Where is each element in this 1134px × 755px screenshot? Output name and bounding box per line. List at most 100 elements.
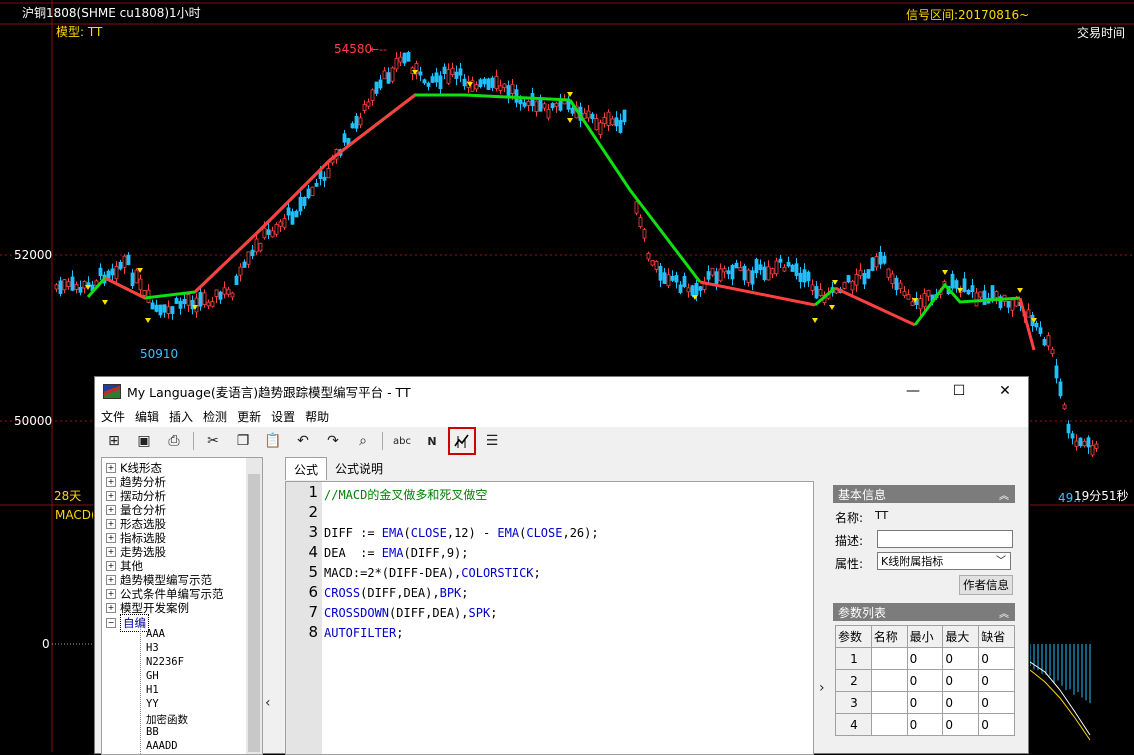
- tree-item[interactable]: GH: [146, 670, 159, 682]
- param-cell[interactable]: 0: [906, 647, 944, 670]
- candle-body: [1058, 381, 1063, 397]
- menu-help[interactable]: 帮助: [305, 408, 329, 425]
- tree-item[interactable]: AAADD: [146, 740, 178, 752]
- expand-icon[interactable]: +: [106, 463, 116, 473]
- code-line[interactable]: CROSS(DIFF,DEA),BPK;: [324, 586, 469, 600]
- param-cell[interactable]: [870, 647, 908, 670]
- param-cell[interactable]: [870, 713, 908, 736]
- attribute-select[interactable]: K线附属指标 ﹀: [877, 552, 1011, 570]
- candle-body: [534, 100, 539, 112]
- minimize-button[interactable]: —: [890, 377, 936, 405]
- param-cell[interactable]: 0: [942, 647, 980, 670]
- collapse-chevron-icon[interactable]: ︽: [999, 605, 1009, 620]
- function-icon[interactable]: N: [421, 430, 443, 452]
- tree-group-custom[interactable]: − 自编: [106, 614, 149, 632]
- menu-update[interactable]: 更新: [237, 408, 261, 425]
- description-input[interactable]: [877, 530, 1013, 548]
- code-line[interactable]: //MACD的金叉做多和死叉做空: [324, 486, 487, 503]
- tree-scrollbar[interactable]: [246, 458, 262, 754]
- tree-item[interactable]: N2236F: [146, 656, 184, 668]
- scrollbar-thumb[interactable]: [248, 474, 260, 752]
- param-cell[interactable]: [870, 669, 908, 692]
- expand-icon[interactable]: +: [106, 477, 116, 487]
- expand-icon[interactable]: +: [106, 589, 116, 599]
- menu-settings[interactable]: 设置: [271, 408, 295, 425]
- expand-icon[interactable]: +: [106, 491, 116, 501]
- candle-body: [758, 264, 763, 271]
- tree-item[interactable]: BB: [146, 726, 159, 738]
- param-cell[interactable]: 0: [978, 647, 1015, 670]
- menu-file[interactable]: 文件: [101, 408, 125, 425]
- undo-icon[interactable]: ↶: [292, 430, 314, 452]
- tree-item[interactable]: AAA: [146, 628, 165, 640]
- title-bar[interactable]: My Language(麦语言)趋势跟踪模型编写平台 - TT — ☐ ✕: [95, 377, 1028, 405]
- tree-item[interactable]: 加密函数: [146, 712, 188, 727]
- candle-body: [502, 83, 507, 89]
- param-cell[interactable]: 0: [906, 691, 944, 714]
- menu-insert[interactable]: 插入: [169, 408, 193, 425]
- candle-body: [170, 306, 175, 314]
- expand-icon[interactable]: +: [106, 603, 116, 613]
- param-cell[interactable]: 0: [906, 713, 944, 736]
- save-icon[interactable]: ▣: [133, 430, 155, 452]
- collapse-left-icon[interactable]: ‹: [265, 695, 271, 711]
- trade-time-label[interactable]: 交易时间: [1077, 25, 1125, 40]
- param-list-header[interactable]: 参数列表 ︽: [833, 603, 1015, 621]
- expand-icon[interactable]: +: [106, 561, 116, 571]
- param-cell[interactable]: 0: [942, 669, 980, 692]
- tree-item[interactable]: H1: [146, 684, 159, 696]
- model-test-icon[interactable]: [448, 427, 476, 455]
- new-icon[interactable]: ⊞: [103, 430, 125, 452]
- menu-edit[interactable]: 编辑: [135, 408, 159, 425]
- menu-check[interactable]: 检测: [203, 408, 227, 425]
- find-icon[interactable]: ⌕: [352, 430, 374, 452]
- paste-icon[interactable]: 📋: [262, 430, 284, 452]
- expand-icon[interactable]: +: [106, 547, 116, 557]
- toolbar-separator: [193, 432, 194, 450]
- tab-formula[interactable]: 公式: [285, 457, 328, 480]
- code-line[interactable]: AUTOFILTER;: [324, 626, 403, 640]
- param-cell[interactable]: 0: [906, 669, 944, 692]
- basic-info-header[interactable]: 基本信息 ︽: [833, 485, 1015, 503]
- collapse-chevron-icon[interactable]: ︽: [999, 487, 1009, 502]
- candle-body: [362, 104, 367, 111]
- expand-icon[interactable]: +: [106, 533, 116, 543]
- redo-icon[interactable]: ↷: [322, 430, 344, 452]
- collapse-right-icon[interactable]: ›: [819, 680, 825, 696]
- print-icon[interactable]: ⎙: [163, 430, 185, 452]
- expand-icon[interactable]: +: [106, 575, 116, 585]
- code-line[interactable]: CROSSDOWN(DIFF,DEA),SPK;: [324, 606, 497, 620]
- candle-body: [638, 217, 643, 228]
- param-cell[interactable]: 0: [978, 691, 1015, 714]
- code-editor[interactable]: 1//MACD的金叉做多和死叉做空 2 3 DIFF := EMA(CLOSE,12)…: [285, 481, 814, 755]
- param-index: 1: [835, 647, 872, 670]
- candle-body: [158, 304, 163, 316]
- close-button[interactable]: ✕: [982, 377, 1028, 405]
- code-line[interactable]: MACD:=2*(DIFF-DEA),COLORSTICK;: [324, 566, 541, 580]
- expand-icon[interactable]: +: [106, 519, 116, 529]
- param-table[interactable]: 参数 名称 最小 最大 缺省 1 0 0 0 2 0 0 0 3 0 0 0 4 0 0 0: [835, 625, 1015, 736]
- candle-body: [606, 111, 611, 126]
- expand-icon[interactable]: +: [106, 505, 116, 515]
- tab-formula-description[interactable]: 公式说明: [327, 457, 391, 479]
- param-cell[interactable]: 0: [978, 713, 1015, 736]
- notes-icon[interactable]: ☰: [481, 430, 503, 452]
- param-cell[interactable]: 0: [942, 691, 980, 714]
- code-line[interactable]: DIFF := EMA(CLOSE,12) - EMA(CLOSE,26);: [324, 526, 599, 540]
- formula-tree[interactable]: + K线形态 + 趋势分析 + 摆动分析 + 量仓分析 + 形态选股 + 指标选股 + 走势选…: [101, 457, 263, 755]
- maximize-button[interactable]: ☐: [936, 377, 982, 405]
- param-cell[interactable]: 0: [942, 713, 980, 736]
- tree-item[interactable]: YY: [146, 698, 159, 710]
- copy-icon[interactable]: ❐: [232, 430, 254, 452]
- collapse-icon[interactable]: −: [106, 618, 116, 628]
- candle-body: [266, 229, 271, 235]
- spellcheck-icon[interactable]: abc: [391, 430, 413, 452]
- cut-icon[interactable]: ✂: [202, 430, 224, 452]
- author-info-button[interactable]: 作者信息: [959, 575, 1013, 595]
- param-cell[interactable]: [870, 691, 908, 714]
- tree-item[interactable]: H3: [146, 642, 159, 654]
- editor-window[interactable]: My Language(麦语言)趋势跟踪模型编写平台 - TT — ☐ ✕ 文件…: [94, 376, 1029, 755]
- candle-body: [314, 182, 319, 187]
- code-line[interactable]: DEA := EMA(DIFF,9);: [324, 546, 469, 560]
- param-cell[interactable]: 0: [978, 669, 1015, 692]
